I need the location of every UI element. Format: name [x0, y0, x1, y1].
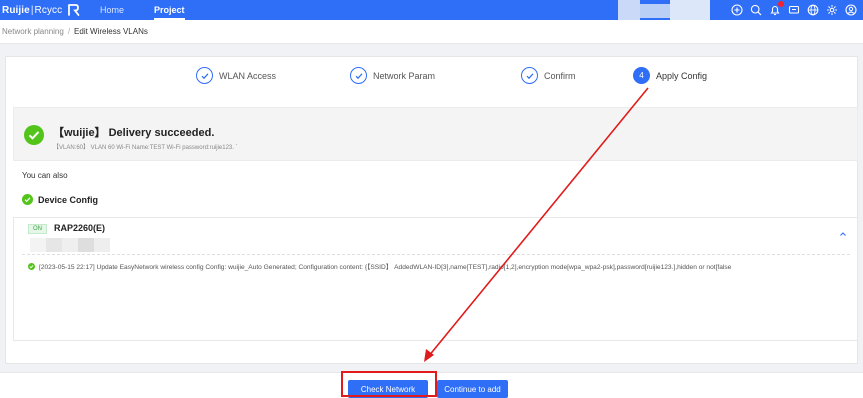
step-number: 4	[633, 67, 650, 84]
check-network-button[interactable]: Check Network	[348, 380, 428, 398]
delivery-result-panel: 【wuijie】 Delivery succeeded. 【VLAN:60】 V…	[13, 107, 858, 161]
step-wlan-access: WLAN Access	[196, 67, 276, 84]
continue-to-add-button[interactable]: Continue to add	[437, 380, 508, 398]
redacted-serial	[30, 238, 110, 252]
delivery-title: 【wuijie】 Delivery succeeded.	[53, 127, 215, 139]
step-network-param: Network Param	[350, 67, 435, 84]
breadcrumb-separator: /	[67, 27, 71, 36]
status-badge: ON	[28, 224, 47, 234]
nav-project[interactable]: Project	[154, 0, 185, 20]
search-icon[interactable]	[750, 4, 762, 16]
success-dot-icon	[28, 262, 35, 270]
step-indicator: WLAN Access Network Param Confirm 4 Appl…	[6, 57, 859, 97]
you-can-also-label: You can also	[22, 171, 68, 180]
step-label: Apply Config	[656, 70, 708, 81]
step-label: Network Param	[373, 70, 436, 81]
brand-logo[interactable]: Ruijie | Rcycc	[2, 0, 80, 20]
delivery-detail: 【VLAN:60】 VLAN 60 Wi-Fi Name:TEST Wi-Fi …	[53, 145, 238, 151]
globe-icon[interactable]	[807, 4, 819, 16]
device-panel-header[interactable]: ON RAP2260(E)	[14, 218, 857, 254]
header-icons	[731, 0, 857, 20]
notification-badge	[778, 1, 784, 7]
top-bar: Ruijie | Rcycc Home Project	[0, 0, 863, 20]
success-check-icon	[22, 194, 33, 205]
device-panel: ON RAP2260(E) [2023-05-15 22:17] Update …	[13, 217, 858, 341]
brand-secondary: Rcycc	[34, 4, 63, 16]
device-config-label: Device Config	[38, 194, 99, 205]
step-done-icon	[350, 67, 367, 84]
step-label: WLAN Access	[219, 70, 277, 81]
brand-separator: |	[30, 4, 34, 16]
step-label: Confirm	[544, 70, 576, 81]
brand-mark-icon	[68, 4, 80, 16]
step-confirm: Confirm	[521, 67, 576, 84]
step-apply-config: 4 Apply Config	[633, 67, 707, 84]
device-name: RAP2260(E)	[54, 223, 106, 233]
redacted-area	[640, 4, 670, 18]
breadcrumb-current: Edit Wireless VLANs	[74, 27, 148, 36]
step-done-icon	[196, 67, 213, 84]
chevron-up-icon[interactable]	[839, 230, 847, 238]
user-icon[interactable]	[845, 4, 857, 16]
settings-icon[interactable]	[826, 4, 838, 16]
log-entry: [2023-05-15 22:17] Update EasyNetwork wi…	[28, 261, 848, 271]
device-config-heading: Device Config	[22, 194, 98, 205]
footer-bar: Check Network Continue to add	[0, 372, 863, 398]
log-text: [2023-05-15 22:17] Update EasyNetwork wi…	[39, 264, 732, 271]
brand-primary: Ruijie	[2, 4, 30, 16]
breadcrumb-network-planning[interactable]: Network planning	[2, 27, 64, 36]
notification-button[interactable]	[769, 1, 784, 16]
main-card: WLAN Access Network Param Confirm 4 Appl…	[5, 56, 858, 364]
step-done-icon	[521, 67, 538, 84]
breadcrumb: Network planning / Edit Wireless VLANs	[0, 20, 863, 44]
nav-home[interactable]: Home	[100, 0, 124, 20]
success-check-icon	[24, 125, 44, 145]
redacted-area	[618, 0, 640, 20]
message-icon[interactable]	[788, 4, 800, 16]
redacted-area	[670, 0, 710, 20]
plus-circle-icon[interactable]	[731, 4, 743, 16]
divider	[22, 254, 850, 255]
